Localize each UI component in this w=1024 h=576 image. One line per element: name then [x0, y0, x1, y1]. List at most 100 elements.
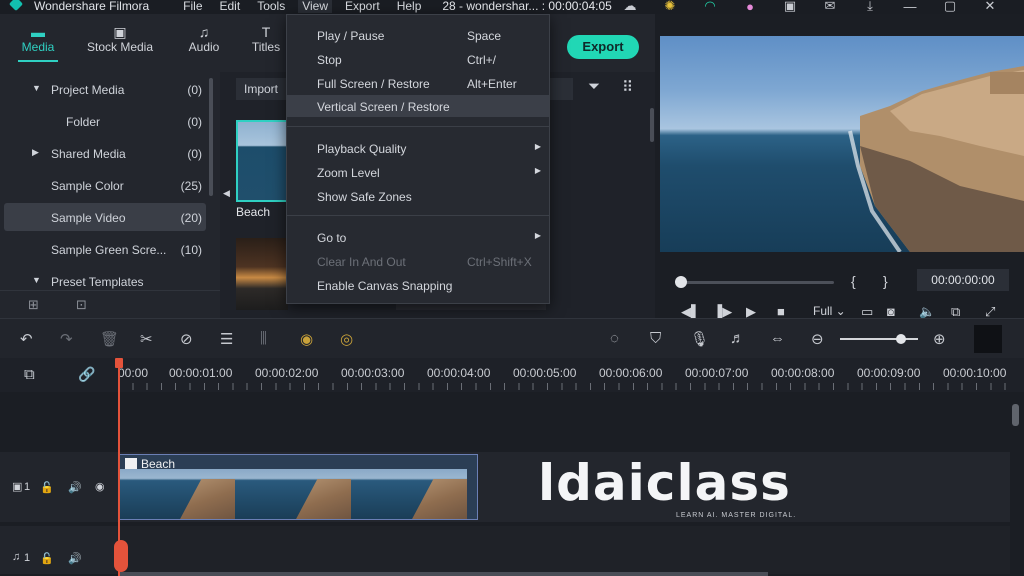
timeline-toolbar: ↶ ↷ 🗑 ✂ ⊘ ☰ ⫼ ◉ ◎ ◌ ⛉ 🎙 ♬ ⇔ ⊖ ⊕ — [0, 318, 1024, 358]
menu-item-enable-canvas-snapping[interactable]: Enable Canvas Snapping — [287, 274, 549, 296]
menu-edit[interactable]: Edit — [220, 0, 241, 13]
sidebar-item-shared-media[interactable]: ▶ Shared Media (0) — [4, 139, 206, 167]
snapshot-icon[interactable]: ◙ — [887, 304, 895, 319]
download-icon[interactable]: ⤓ — [850, 0, 890, 14]
menu-item-zoom-level[interactable]: Zoom Level ▶ — [287, 161, 549, 183]
grid-view-icon[interactable]: ⠿ — [622, 78, 633, 96]
menu-item-show-safe-zones[interactable]: Show Safe Zones — [287, 185, 549, 207]
cloud-icon[interactable]: ☁ — [610, 0, 650, 14]
menu-bar: File Edit Tools View Export Help — [183, 0, 438, 13]
menu-item-play-pause[interactable]: Play / Pause Space — [287, 24, 549, 46]
sidebar-item-sample-color[interactable]: Sample Color (25) — [4, 171, 206, 199]
mark-in-icon[interactable]: { — [851, 273, 856, 289]
stop-icon[interactable]: ■ — [777, 304, 785, 319]
undo-icon[interactable]: ↶ — [20, 330, 33, 348]
filter-icon[interactable]: ⏷ — [588, 78, 600, 95]
sidebar-scrollbar[interactable] — [209, 78, 213, 196]
zoom-slider[interactable] — [840, 338, 918, 340]
tab-titles[interactable]: T Titles — [250, 24, 282, 54]
audio-clip[interactable] — [114, 540, 128, 572]
stock-icon: ▣ — [113, 24, 127, 40]
fit-width-icon[interactable]: ⇔ — [770, 330, 785, 347]
expand-right-icon: ▶ — [32, 147, 39, 157]
link-icon[interactable]: 🔗 — [78, 366, 95, 383]
tag-icon[interactable]: ⊘ — [180, 330, 193, 348]
sidebar-item-sample-green-screen[interactable]: Sample Green Scre... (10) — [4, 235, 206, 263]
render-icon[interactable]: ◌ — [610, 330, 619, 347]
marker-icon[interactable]: ⛉ — [650, 330, 661, 347]
add-track-icon[interactable]: ⧉ — [24, 366, 35, 383]
new-folder-icon[interactable]: ⊞ — [28, 297, 39, 313]
mute-icon[interactable]: 🔊 — [68, 481, 82, 494]
zoom-in-icon[interactable]: ⊕ — [933, 330, 946, 348]
tab-media[interactable]: ▬ Media — [18, 24, 58, 62]
menu-export[interactable]: Export — [345, 0, 380, 13]
minimize-icon[interactable]: — — [890, 0, 930, 14]
bulb-icon[interactable]: ✺ — [650, 0, 690, 14]
audio-wave-icon[interactable]: ⫼ — [260, 330, 267, 347]
tab-stock-media[interactable]: ▣ Stock Media — [86, 24, 154, 54]
headset-icon[interactable]: ◠ — [690, 0, 730, 14]
view-menu-dropdown: Play / Pause Space Stop Ctrl+/ Full Scre… — [286, 14, 550, 304]
eye-icon[interactable]: ◉ — [95, 480, 105, 493]
timeline-scrollbar[interactable] — [1012, 404, 1019, 426]
menu-tools[interactable]: Tools — [257, 0, 285, 13]
menu-separator — [287, 215, 549, 216]
speed-icon[interactable]: ◎ — [340, 330, 353, 348]
ai-audio-icon[interactable]: ◉ — [300, 330, 313, 348]
mute-icon[interactable]: 🔊 — [68, 552, 82, 565]
menu-item-go-to[interactable]: Go to ▶ — [287, 226, 549, 248]
menu-file[interactable]: File — [183, 0, 202, 13]
menu-item-clear-in-out[interactable]: Clear In And Out Ctrl+Shift+X — [287, 250, 549, 272]
export-button[interactable]: Export — [567, 35, 639, 59]
playhead[interactable] — [118, 362, 120, 576]
tab-audio[interactable]: ♫ Audio — [186, 24, 222, 54]
zoom-slider-handle[interactable] — [896, 334, 906, 344]
timeline-horizontal-scrollbar[interactable] — [118, 572, 768, 576]
mark-out-icon[interactable]: } — [883, 273, 888, 289]
media-scrollbar[interactable] — [650, 108, 654, 142]
sidebar-item-sample-video[interactable]: Sample Video (20) — [4, 203, 206, 231]
save-icon[interactable]: ▣ — [770, 0, 810, 14]
zoom-out-icon[interactable]: ⊖ — [811, 330, 824, 348]
collapse-left-icon[interactable]: ◀ — [223, 188, 230, 199]
menu-separator — [287, 126, 549, 127]
media-thumbnail-beach[interactable] — [236, 120, 288, 202]
adjust-icon[interactable]: ☰ — [220, 330, 233, 348]
mail-icon[interactable]: ✉ — [810, 0, 850, 14]
avatar-icon[interactable]: ● — [730, 0, 770, 14]
preview-scrubber[interactable] — [679, 281, 834, 284]
preview-controls: { } 00:00:00:00 ◀▌ ▐▶ ▶ ■ Full ⌄ ▭ ◙ 🔈 ⧉… — [655, 252, 1024, 319]
menu-item-full-screen[interactable]: Full Screen / Restore Alt+Enter — [287, 72, 549, 94]
delete-icon[interactable]: 🗑 — [100, 330, 119, 348]
sidebar-item-project-media[interactable]: ▼ Project Media (0) — [4, 75, 206, 103]
video-clip-beach[interactable]: Beach — [118, 454, 478, 520]
video-preview[interactable] — [660, 36, 1024, 252]
timeline-ruler[interactable]: ⧉ 🔗 00:00 00:00:01:00 00:00:02:00 00:00:… — [0, 358, 1024, 392]
audio-track[interactable] — [117, 526, 1010, 574]
menu-item-vertical-screen[interactable]: Vertical Screen / Restore — [287, 95, 549, 117]
menu-view[interactable]: View — [298, 0, 332, 13]
redo-icon[interactable]: ↷ — [60, 330, 73, 348]
music-list-icon[interactable]: ♬ — [730, 330, 745, 347]
audio-track-header: ♫ 1 🔓 🔊 — [0, 526, 117, 574]
track-view-icon[interactable] — [974, 325, 1002, 353]
menu-item-stop[interactable]: Stop Ctrl+/ — [287, 48, 549, 70]
cut-icon[interactable]: ✂ — [140, 330, 153, 348]
close-icon[interactable]: ✕ — [970, 0, 1010, 14]
folder-open-icon[interactable]: ⊡ — [76, 297, 87, 313]
microphone-icon[interactable]: 🎙 — [690, 330, 709, 348]
scrubber-handle[interactable] — [675, 276, 687, 288]
lock-icon[interactable]: 🔓 — [40, 552, 54, 565]
media-thumbnail[interactable] — [236, 238, 288, 310]
sidebar-item-folder[interactable]: Folder (0) — [4, 107, 206, 135]
submenu-arrow-icon: ▶ — [534, 231, 541, 240]
menu-item-playback-quality[interactable]: Playback Quality ▶ — [287, 137, 549, 159]
maximize-icon[interactable]: ▢ — [930, 0, 970, 14]
audio-track-icon: ♫ — [12, 551, 21, 563]
quality-select[interactable]: Full ⌄ — [813, 304, 846, 318]
video-clip-icon — [125, 458, 137, 469]
menu-help[interactable]: Help — [397, 0, 422, 13]
clip-frame — [235, 469, 351, 519]
lock-icon[interactable]: 🔓 — [40, 481, 54, 494]
